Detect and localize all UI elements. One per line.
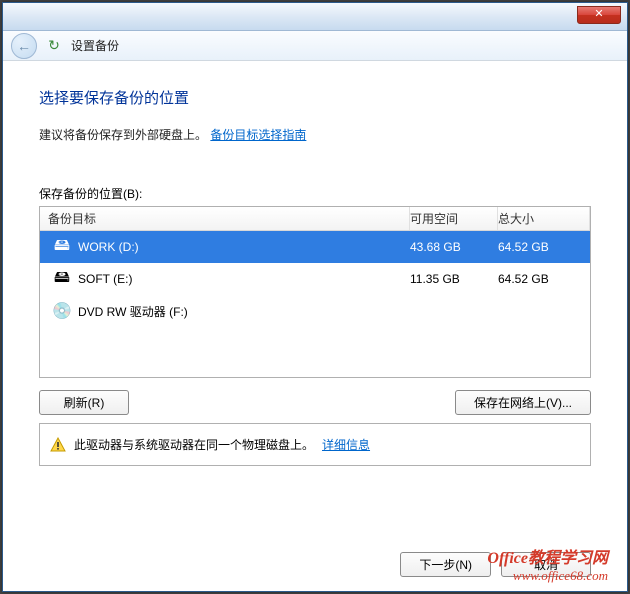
titlebar: ✕: [3, 3, 627, 31]
drive-row[interactable]: 💿 DVD RW 驱动器 (F:): [40, 295, 590, 327]
info-text: 此驱动器与系统驱动器在同一个物理磁盘上。: [74, 436, 314, 453]
hard-drive-icon: 🖴: [48, 234, 76, 261]
close-button[interactable]: ✕: [577, 6, 621, 24]
drive-row[interactable]: 🖴 WORK (D:) 43.68 GB 64.52 GB: [40, 231, 590, 263]
list-label: 保存备份的位置(B):: [39, 185, 591, 202]
hard-drive-icon: 🖴: [48, 266, 76, 293]
navbar: ← ↻ 设置备份: [3, 31, 627, 61]
back-arrow-icon: ←: [17, 38, 31, 54]
drive-free: 43.68 GB: [410, 240, 498, 254]
drive-name: WORK (D:): [78, 240, 139, 254]
drive-total: 64.52 GB: [498, 272, 590, 286]
info-box: 此驱动器与系统驱动器在同一个物理磁盘上。 详细信息: [39, 423, 591, 466]
save-network-button[interactable]: 保存在网络上(V)...: [455, 390, 591, 415]
drive-name: DVD RW 驱动器 (F:): [78, 303, 188, 320]
footer-buttons: 下一步(N) 取消: [400, 552, 591, 577]
drive-listview[interactable]: 备份目标 可用空间 总大小 🖴 WORK (D:) 43.68 GB 64.52…: [39, 206, 591, 378]
app-title: 设置备份: [71, 37, 119, 54]
recommendation-prefix: 建议将备份保存到外部硬盘上。: [39, 128, 207, 142]
back-button[interactable]: ←: [11, 33, 37, 59]
refresh-button[interactable]: 刷新(R): [39, 390, 129, 415]
list-header: 备份目标 可用空间 总大小: [40, 207, 590, 231]
page-heading: 选择要保存备份的位置: [39, 87, 591, 108]
column-total[interactable]: 总大小: [498, 207, 590, 230]
drive-name: SOFT (E:): [78, 272, 132, 286]
drive-row[interactable]: 🖴 SOFT (E:) 11.35 GB 64.52 GB: [40, 263, 590, 295]
drive-total: 64.52 GB: [498, 240, 590, 254]
dialog-window: ✕ ← ↻ 设置备份 选择要保存备份的位置 建议将备份保存到外部硬盘上。 备份目…: [2, 2, 628, 592]
button-row: 刷新(R) 保存在网络上(V)...: [39, 390, 591, 415]
warning-icon: [50, 437, 66, 453]
column-free[interactable]: 可用空间: [410, 207, 498, 230]
drive-free: 11.35 GB: [410, 272, 498, 286]
content-area: 选择要保存备份的位置 建议将备份保存到外部硬盘上。 备份目标选择指南 保存备份的…: [3, 61, 627, 476]
backup-app-icon: ↻: [45, 37, 63, 55]
dvd-drive-icon: 💿: [48, 301, 76, 321]
close-icon: ✕: [594, 8, 603, 20]
details-link[interactable]: 详细信息: [322, 436, 370, 453]
next-button[interactable]: 下一步(N): [400, 552, 491, 577]
guide-link[interactable]: 备份目标选择指南: [210, 128, 306, 142]
recommendation-text: 建议将备份保存到外部硬盘上。 备份目标选择指南: [39, 126, 591, 143]
cancel-button[interactable]: 取消: [501, 552, 591, 577]
column-target[interactable]: 备份目标: [40, 207, 410, 230]
